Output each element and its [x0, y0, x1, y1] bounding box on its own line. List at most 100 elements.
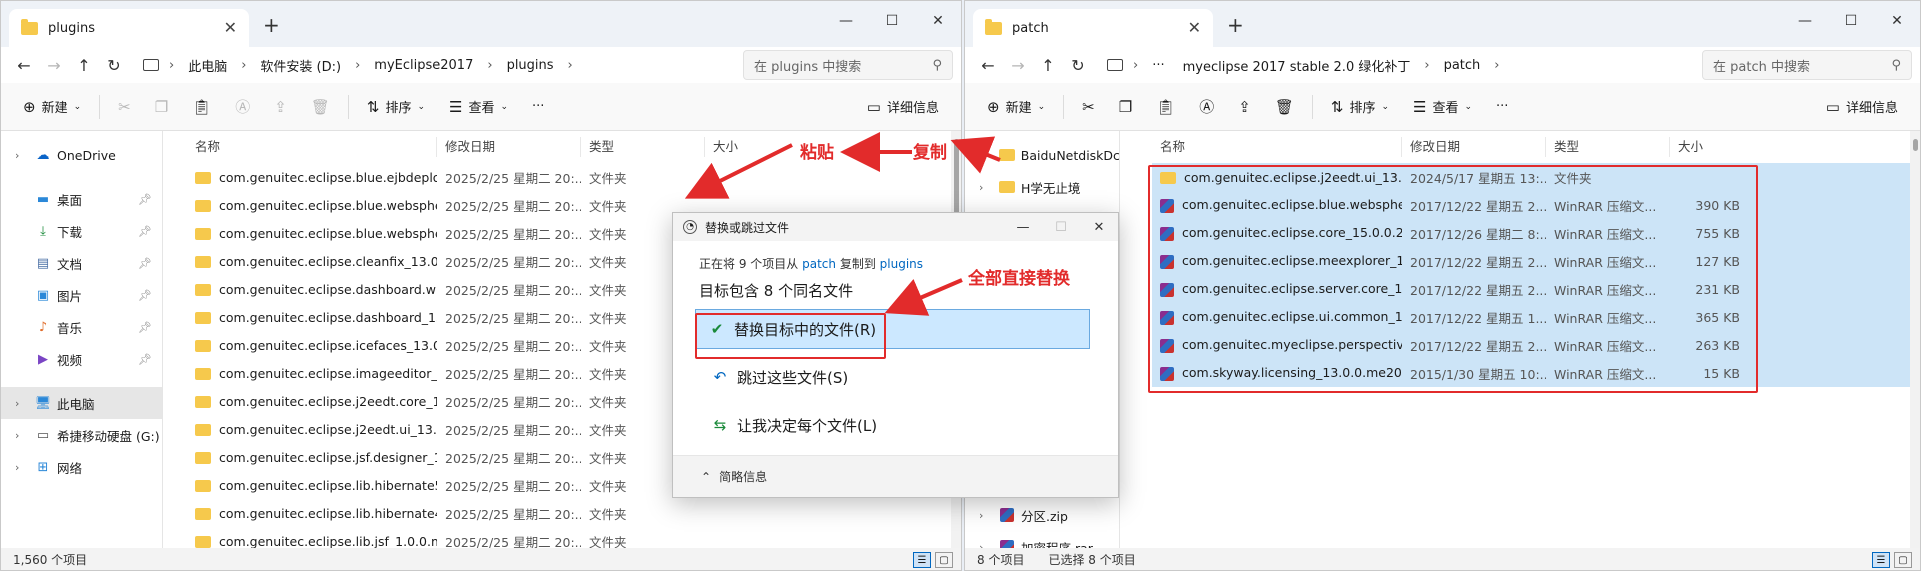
- tab-plugins[interactable]: plugins ✕: [9, 9, 249, 47]
- close-dialog-button[interactable]: ✕: [1080, 213, 1118, 241]
- refresh-button[interactable]: ↻: [99, 51, 129, 79]
- tab-patch[interactable]: patch ✕: [973, 9, 1213, 47]
- column-header-date[interactable]: 修改日期: [437, 137, 581, 157]
- replace-files-option[interactable]: ✔ 替换目标中的文件(R): [695, 309, 1090, 349]
- decide-each-file-option[interactable]: ⇆ 让我决定每个文件(L): [699, 405, 1092, 445]
- column-header-date[interactable]: 修改日期: [1402, 137, 1546, 157]
- share-button[interactable]: ⇪: [264, 91, 297, 123]
- refresh-button[interactable]: ↻: [1063, 51, 1093, 79]
- forward-button[interactable]: →: [1003, 51, 1033, 79]
- breadcrumb-myeclipse2017[interactable]: myEclipse2017: [366, 58, 481, 73]
- search-input[interactable]: 在 plugins 中搜索 ⚲: [743, 50, 953, 80]
- table-row[interactable]: com.genuitec.eclipse.meexplorer_13.... 20…: [1152, 247, 1920, 275]
- up-button[interactable]: ↑: [69, 51, 99, 79]
- details-button[interactable]: ▭ 详细信息: [1816, 91, 1908, 123]
- nav-item-baidunetdisk[interactable]: › BaiduNetdiskDc: [965, 139, 1119, 171]
- nav-item-this-pc[interactable]: › 🖥︎ 此电脑: [1, 387, 162, 419]
- nav-item-onedrive[interactable]: › ☁ OneDrive: [1, 139, 162, 171]
- close-tab-icon[interactable]: ✕: [1188, 18, 1201, 37]
- close-window-button[interactable]: ✕: [1874, 7, 1920, 35]
- close-tab-icon[interactable]: ✕: [224, 18, 237, 37]
- nav-item-h-folder[interactable]: › H学无止境: [965, 171, 1119, 203]
- new-button[interactable]: ⊕ 新建 ⌄: [977, 91, 1055, 123]
- table-row[interactable]: com.skyway.licensing_13.0.0.me20140... 20…: [1152, 359, 1920, 387]
- back-button[interactable]: ←: [973, 51, 1003, 79]
- breadcrumb-patch[interactable]: patch: [1436, 58, 1489, 73]
- cut-button[interactable]: ✂: [1072, 91, 1105, 123]
- nav-item-partition-zip[interactable]: › 分区.zip: [965, 499, 1119, 531]
- table-row[interactable]: com.genuitec.eclipse.ui.common_13.0.... 2…: [1152, 303, 1920, 331]
- sort-button[interactable]: ⇅ 排序 ⌄: [357, 91, 435, 123]
- minimize-button[interactable]: —: [1004, 213, 1042, 241]
- breadcrumb-plugins[interactable]: plugins: [499, 58, 562, 73]
- pin-icon: 📌︎: [138, 320, 152, 334]
- details-view-icon[interactable]: ☰: [1872, 552, 1890, 568]
- fewer-details-button[interactable]: 简略信息: [719, 468, 767, 485]
- up-button[interactable]: ↑: [1033, 51, 1063, 79]
- table-row[interactable]: com.genuitec.eclipse.blue.ejbdeploy_... 2…: [187, 163, 961, 191]
- nav-item-documents[interactable]: ▤ 文档 📌︎: [1, 247, 162, 279]
- skip-files-option[interactable]: ↶ 跳过这些文件(S): [699, 357, 1092, 397]
- column-header-name[interactable]: 名称: [1152, 137, 1402, 157]
- rename-button[interactable]: Ⓐ: [1189, 91, 1224, 123]
- minimize-button[interactable]: —: [1782, 7, 1828, 35]
- view-button[interactable]: ☰ 查看 ⌄: [1403, 91, 1482, 123]
- nav-item-downloads[interactable]: ⤓ 下载 📌︎: [1, 215, 162, 247]
- tiles-view-icon[interactable]: ▢: [1894, 552, 1912, 568]
- more-button[interactable]: ···: [522, 91, 554, 123]
- breadcrumb-drive-d[interactable]: 软件安装 (D:): [252, 56, 349, 75]
- more-button[interactable]: ···: [1486, 91, 1518, 123]
- close-window-button[interactable]: ✕: [915, 7, 961, 35]
- table-row[interactable]: com.genuitec.eclipse.j2eedt.ui_13.0.0...…: [1152, 163, 1920, 191]
- nav-item-videos[interactable]: ▶ 视频 📌︎: [1, 343, 162, 375]
- table-row[interactable]: com.genuitec.myeclipse.perspective_... 20…: [1152, 331, 1920, 359]
- vertical-scrollbar[interactable]: [1910, 131, 1920, 548]
- new-tab-button[interactable]: +: [1227, 13, 1244, 37]
- sort-button[interactable]: ⇅ 排序 ⌄: [1321, 91, 1399, 123]
- back-button[interactable]: ←: [9, 51, 39, 79]
- details-view-icon[interactable]: ☰: [913, 552, 931, 568]
- copy-button[interactable]: ❐: [1109, 91, 1142, 123]
- new-button[interactable]: ⊕ 新建 ⌄: [13, 91, 91, 123]
- table-row[interactable]: com.genuitec.eclipse.server.core_13.0...…: [1152, 275, 1920, 303]
- copy-button[interactable]: ❐: [145, 91, 178, 123]
- paste-button[interactable]: 📋︎: [1146, 91, 1185, 123]
- nav-item-drive-g[interactable]: › ▭ 希捷移动硬盘 (G:): [1, 419, 162, 451]
- table-row[interactable]: com.genuitec.eclipse.blue.websphere.... 2…: [1152, 191, 1920, 219]
- address-bar[interactable]: › 此电脑 › 软件安装 (D:) › myEclipse2017 › plug…: [137, 50, 735, 80]
- nav-item-pictures[interactable]: ▣ 图片 📌︎: [1, 279, 162, 311]
- column-header-size[interactable]: 大小: [705, 137, 785, 157]
- share-button[interactable]: ⇪: [1228, 91, 1261, 123]
- maximize-button[interactable]: ☐: [869, 7, 915, 35]
- nav-item-music[interactable]: ♪ 音乐 📌︎: [1, 311, 162, 343]
- source-folder-link[interactable]: patch: [802, 257, 836, 271]
- breadcrumb-this-pc[interactable]: 此电脑: [180, 56, 235, 75]
- destination-folder-link[interactable]: plugins: [880, 257, 923, 271]
- column-header-type[interactable]: 类型: [1546, 137, 1670, 157]
- tiles-view-icon[interactable]: ▢: [935, 552, 953, 568]
- details-button[interactable]: ▭ 详细信息: [857, 91, 949, 123]
- address-bar[interactable]: › ··· myeclipse 2017 stable 2.0 绿化补丁 › p…: [1101, 50, 1694, 80]
- nav-item-desktop[interactable]: ▬ 桌面 📌︎: [1, 183, 162, 215]
- column-header-type[interactable]: 类型: [581, 137, 705, 157]
- new-tab-button[interactable]: +: [263, 13, 280, 37]
- forward-button[interactable]: →: [39, 51, 69, 79]
- table-row[interactable]: com.genuitec.eclipse.core_15.0.0.201... 2…: [1152, 219, 1920, 247]
- minimize-button[interactable]: —: [823, 7, 869, 35]
- delete-button[interactable]: 🗑︎: [1265, 91, 1304, 123]
- table-row[interactable]: com.genuitec.eclipse.lib.hibernate41_...…: [187, 499, 961, 527]
- nav-item-network[interactable]: › ⊞ 网络: [1, 451, 162, 483]
- delete-button[interactable]: 🗑︎: [301, 91, 340, 123]
- breadcrumb-overflow[interactable]: ···: [1144, 58, 1172, 73]
- paste-button[interactable]: 📋︎: [182, 91, 221, 123]
- search-input[interactable]: 在 patch 中搜索 ⚲: [1702, 50, 1912, 80]
- view-button[interactable]: ☰ 查看 ⌄: [439, 91, 518, 123]
- rename-button[interactable]: Ⓐ: [225, 91, 260, 123]
- column-header-size[interactable]: 大小: [1670, 137, 1750, 157]
- cut-button[interactable]: ✂: [108, 91, 141, 123]
- chevron-up-icon[interactable]: ⌃: [701, 470, 711, 484]
- column-header-name[interactable]: 名称: [187, 137, 437, 157]
- maximize-button[interactable]: ☐: [1828, 7, 1874, 35]
- breadcrumb-myeclipse-patch[interactable]: myeclipse 2017 stable 2.0 绿化补丁: [1175, 56, 1419, 75]
- maximize-button[interactable]: ☐: [1042, 213, 1080, 241]
